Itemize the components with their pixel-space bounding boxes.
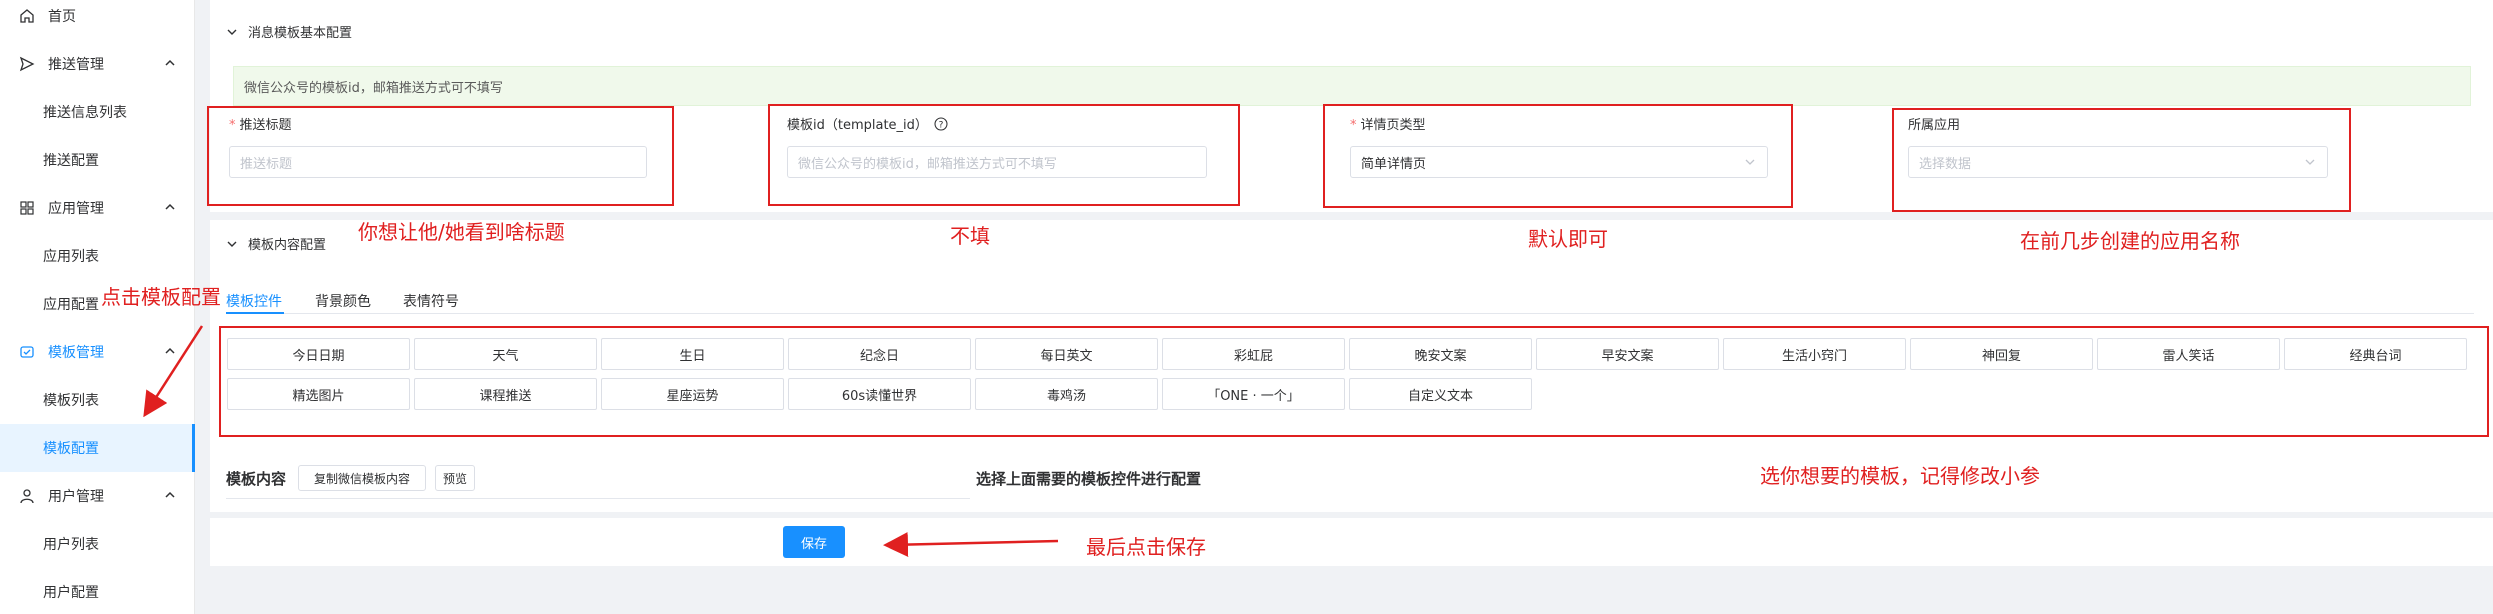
arrow-to-template-config xyxy=(143,325,204,418)
app-root: 首页 推送管理 推送信息列表 推送配置 应用管理 应用列表 应用配置 模板管理 xyxy=(0,0,2493,614)
arrow-to-save xyxy=(883,532,1059,558)
annotation-arrows xyxy=(143,325,1059,558)
